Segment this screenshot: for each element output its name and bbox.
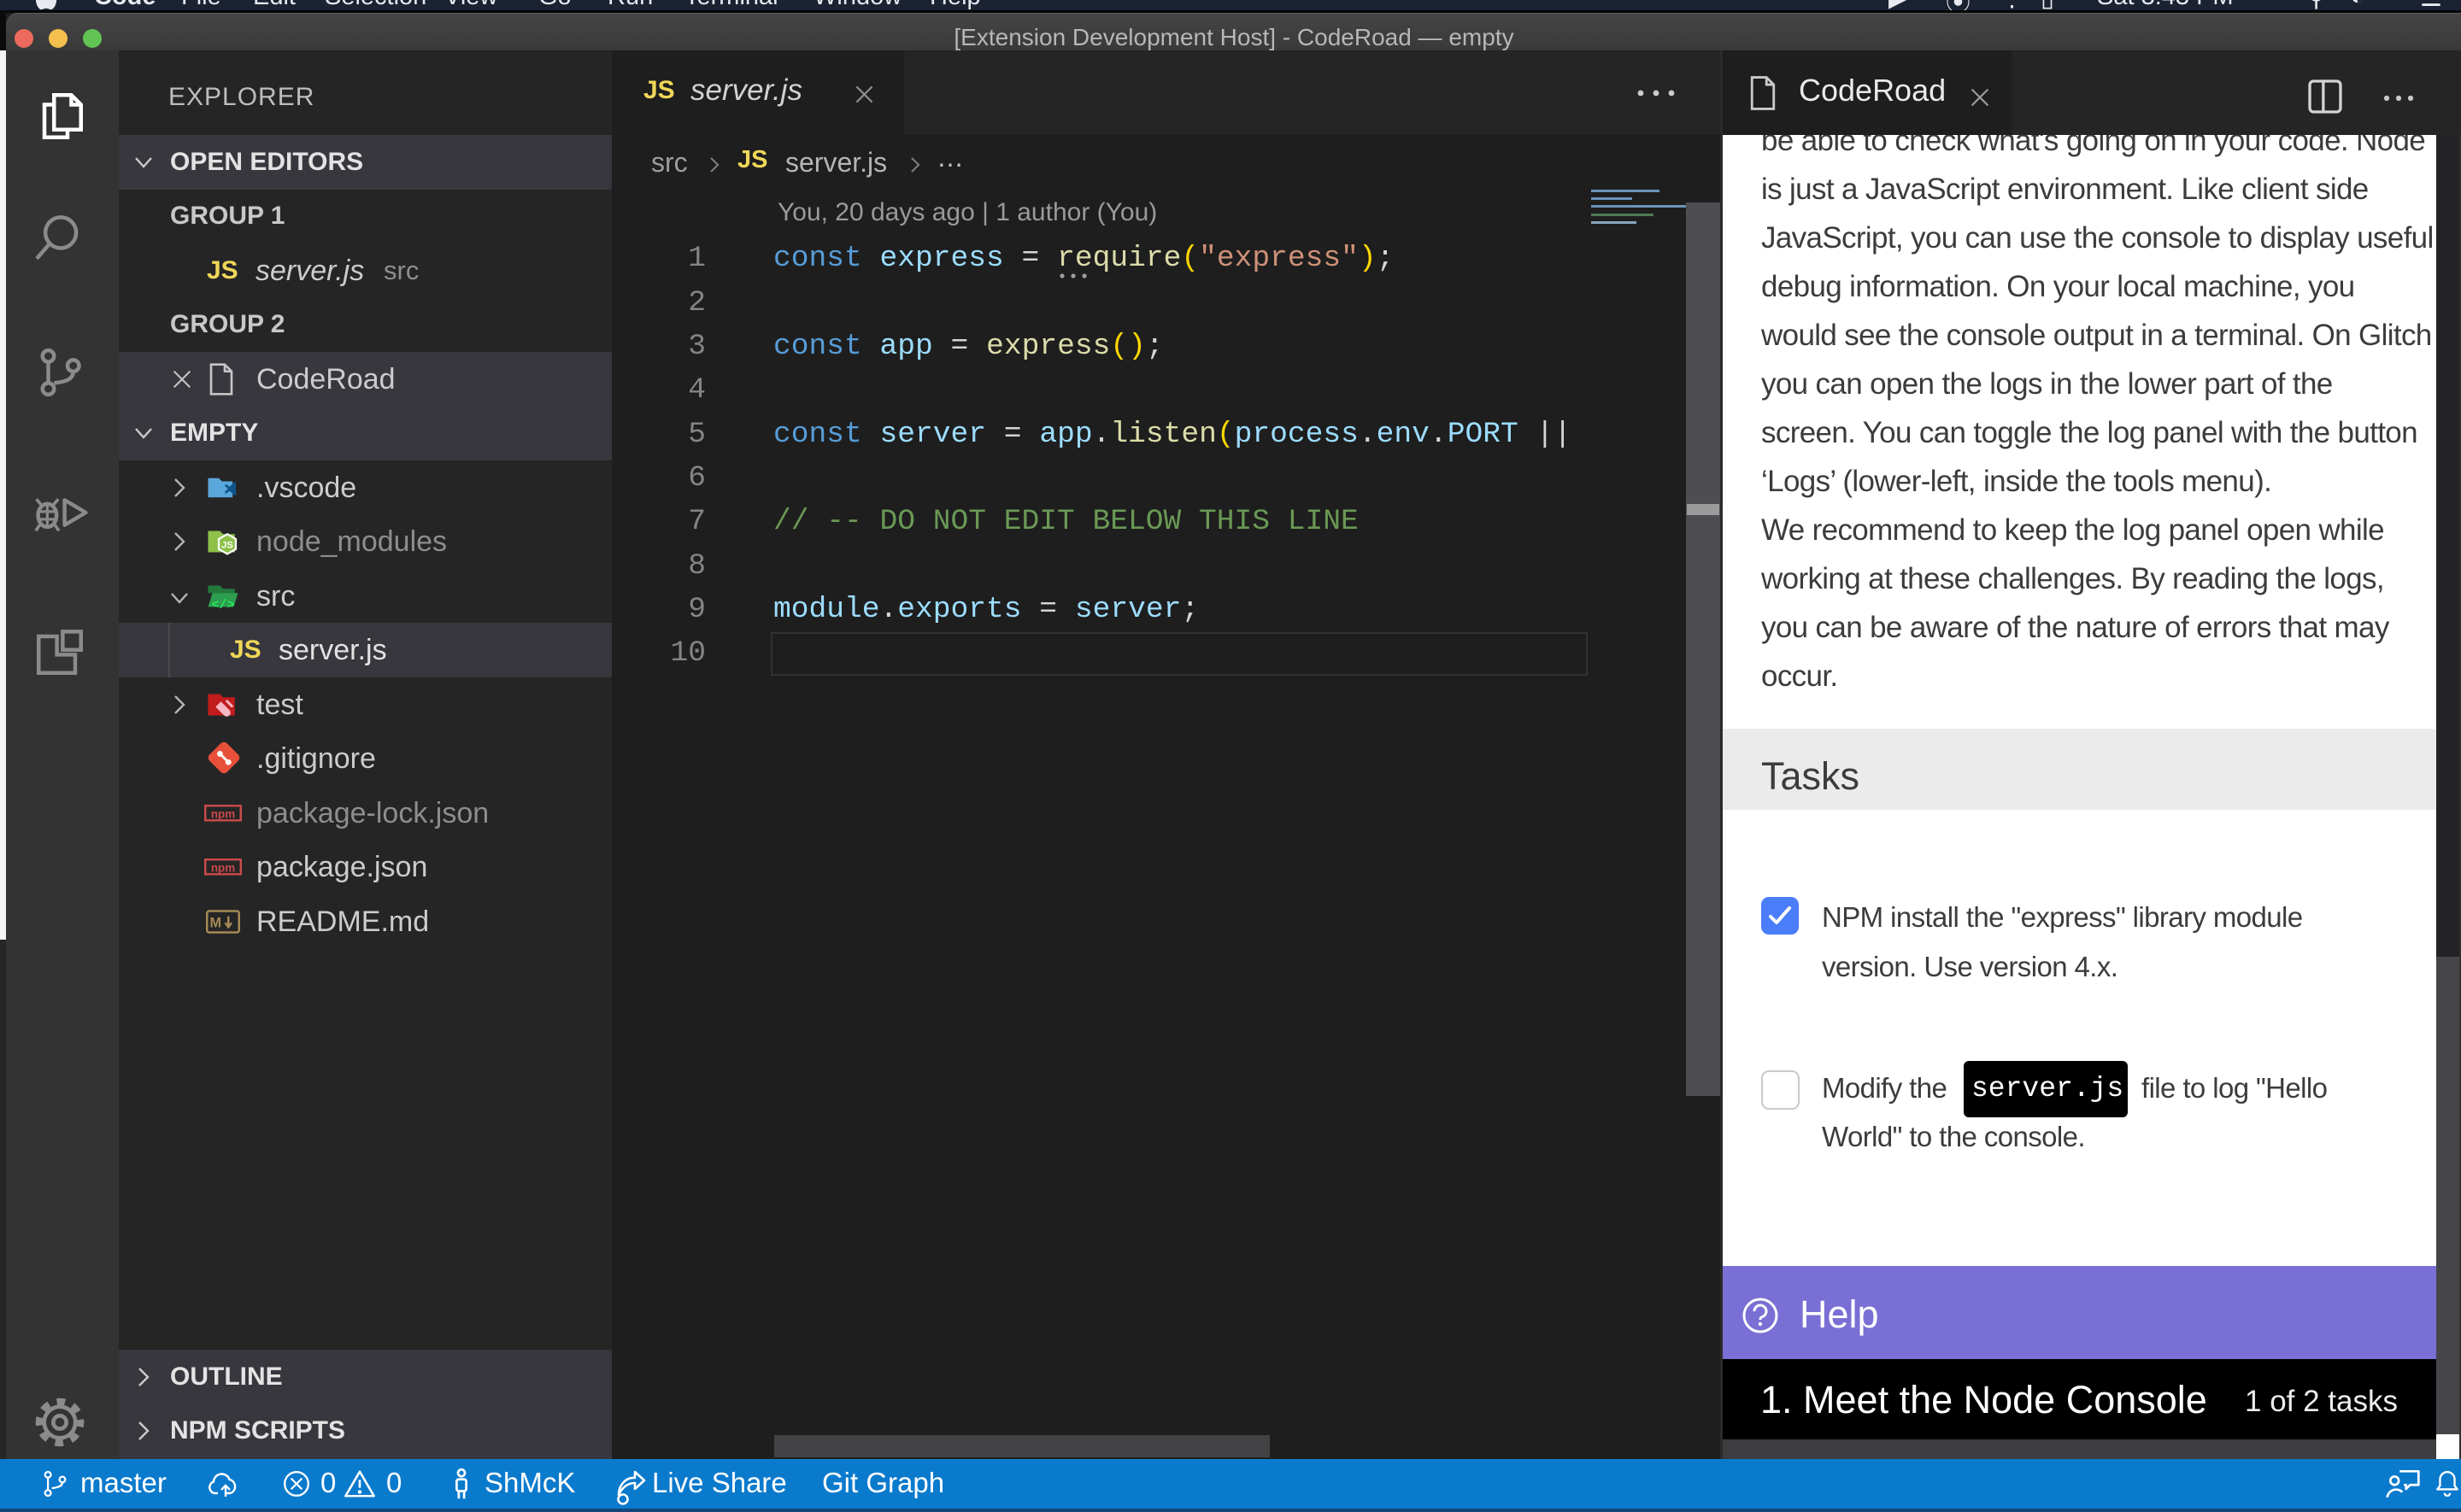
svg-text:JS: JS — [221, 541, 233, 551]
svg-text:npm: npm — [211, 807, 235, 820]
svg-text:</>: </> — [211, 598, 234, 612]
svg-text:npm: npm — [211, 861, 235, 874]
svg-text:M: M — [209, 915, 221, 930]
